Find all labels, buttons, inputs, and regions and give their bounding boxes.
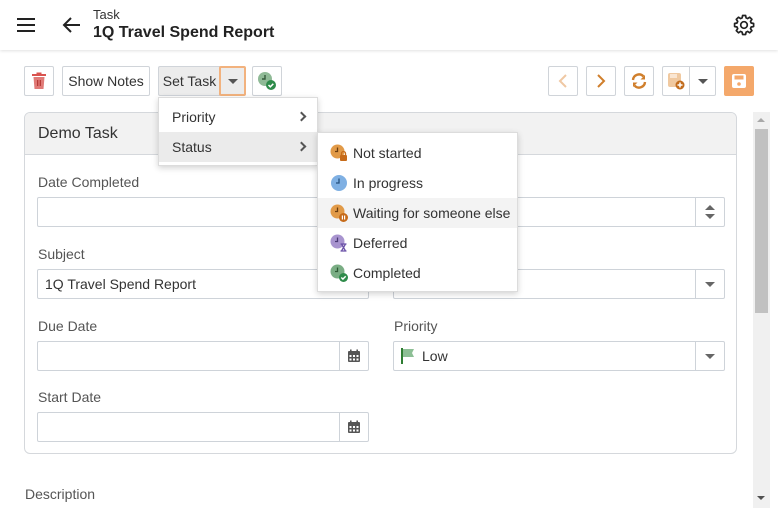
priority-label: Priority <box>394 318 438 334</box>
menu-item-label: Priority <box>172 109 216 125</box>
scrollbar-thumb[interactable] <box>755 129 768 313</box>
clock-lock-icon <box>330 144 347 161</box>
calendar-icon <box>348 420 360 433</box>
header-subtitle: Task <box>93 7 120 22</box>
settings-button[interactable] <box>732 13 756 37</box>
previous-button[interactable] <box>548 66 578 96</box>
due-date-input[interactable] <box>37 341 369 371</box>
calendar-icon <box>348 349 360 362</box>
set-task-menu: Priority Status <box>158 97 318 166</box>
menu-item-status[interactable]: Status <box>159 132 317 162</box>
priority-select-toggle[interactable] <box>695 342 724 370</box>
next-button[interactable] <box>586 66 616 96</box>
refresh-icon <box>631 73 647 89</box>
clock-hourglass-icon <box>330 234 347 252</box>
caret-down-icon <box>705 281 715 287</box>
start-date-calendar-button[interactable] <box>339 413 368 441</box>
description-label: Description <box>25 486 96 502</box>
caret-up-icon[interactable] <box>705 205 715 210</box>
back-button[interactable] <box>60 13 84 37</box>
chevron-right-icon <box>296 111 307 122</box>
floppy-disk-icon <box>732 74 746 88</box>
chevron-left-icon <box>558 74 567 88</box>
hamburger-menu-button[interactable] <box>14 14 38 36</box>
save-button[interactable] <box>724 66 754 96</box>
priority-select[interactable]: Low <box>393 341 725 371</box>
chevron-right-icon <box>597 74 606 88</box>
clock-pause-icon <box>330 204 348 222</box>
start-date-label: Start Date <box>38 389 102 405</box>
status-item-deferred[interactable]: Deferred <box>318 228 517 258</box>
status-item-label: Waiting for someone else <box>353 205 511 221</box>
trash-icon <box>32 72 46 89</box>
spinner-buttons[interactable] <box>695 198 724 226</box>
status-item-waiting[interactable]: Waiting for someone else <box>318 198 517 228</box>
clock-check-icon <box>330 264 348 282</box>
status-item-label: Completed <box>353 265 421 281</box>
start-date-input[interactable] <box>37 412 369 442</box>
flag-icon <box>401 348 414 364</box>
save-add-icon <box>668 73 685 90</box>
menu-item-label: Status <box>172 139 212 155</box>
gear-icon <box>733 14 755 36</box>
date-completed-label: Date Completed <box>38 174 140 190</box>
due-date-label: Due Date <box>38 318 98 334</box>
caret-down-icon[interactable] <box>705 214 715 219</box>
status-item-label: In progress <box>353 175 424 191</box>
menu-item-priority[interactable]: Priority <box>159 102 317 132</box>
clock-check-icon <box>258 72 276 90</box>
scroll-up-arrow[interactable] <box>757 118 765 122</box>
status-item-completed[interactable]: Completed <box>318 258 517 288</box>
caret-down-icon <box>697 78 708 84</box>
status-item-in-progress[interactable]: In progress <box>318 168 517 198</box>
status-select-toggle[interactable] <box>695 270 724 298</box>
priority-value: Low <box>422 348 448 364</box>
save-new-dropdown-toggle[interactable] <box>689 66 716 96</box>
chevron-right-icon <box>296 141 307 152</box>
due-date-calendar-button[interactable] <box>339 342 368 370</box>
subject-label: Subject <box>38 246 85 262</box>
caret-down-icon <box>227 78 238 84</box>
app-header: Task 1Q Travel Spend Report <box>0 0 778 50</box>
status-submenu: Not started In progress Waiting for some… <box>317 132 518 292</box>
delete-button[interactable] <box>24 66 54 96</box>
show-notes-button[interactable]: Show Notes <box>62 66 150 96</box>
save-new-button[interactable] <box>662 66 690 96</box>
status-item-label: Not started <box>353 145 422 161</box>
set-task-dropdown-toggle[interactable] <box>219 66 246 96</box>
refresh-button[interactable] <box>624 66 654 96</box>
status-item-label: Deferred <box>353 235 408 251</box>
status-item-not-started[interactable]: Not started <box>318 138 517 168</box>
set-task-button[interactable]: Set Task <box>158 66 220 96</box>
mark-complete-button[interactable] <box>252 66 282 96</box>
caret-down-icon <box>705 353 715 359</box>
page-title: 1Q Travel Spend Report <box>93 24 275 41</box>
scroll-down-arrow[interactable] <box>757 496 765 500</box>
clock-icon <box>331 175 347 191</box>
arrow-left-icon <box>62 17 80 33</box>
